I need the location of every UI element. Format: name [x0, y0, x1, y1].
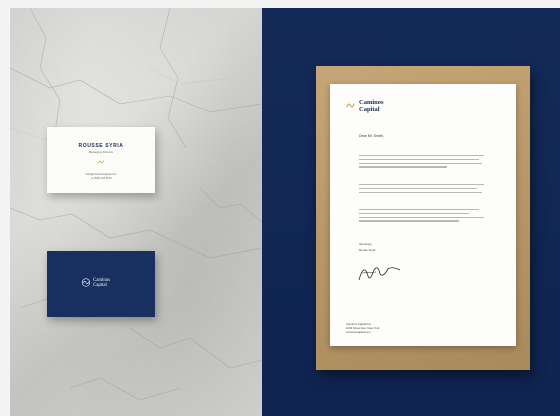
card-name: ROUSSE SYRIA [78, 143, 124, 149]
mockup-scene: ROUSSE SYRIA Managing Director hello@cam… [0, 0, 560, 416]
signature-icon [358, 267, 401, 281]
card-contact-line2: +1 (555) 234 5678 [90, 176, 112, 180]
card-role: Managing Director [88, 150, 114, 154]
card-contact: hello@caminoscapital.com +1 (555) 234 56… [61, 173, 141, 180]
brand-mark-icon [97, 160, 105, 164]
marble-veins [10, 8, 262, 401]
letter-signer: Rouse Syria [359, 248, 376, 252]
letter-greeting: Dear Mr. Smith, [359, 134, 384, 138]
letter-closing-block: Sincerely, Rouse Syria [359, 241, 375, 253]
business-card-front: ROUSSE SYRIA Managing Director hello@cam… [47, 127, 155, 193]
letter-address-line3: caminoscapital.com [346, 330, 371, 334]
letterhead: Caminos Capital Dear Mr. Smith, Sincerel… [330, 84, 516, 346]
marble-background [10, 8, 262, 416]
letter-paragraph-2 [359, 184, 484, 195]
letter-paragraph-1 [359, 155, 484, 170]
brand-mark-icon [81, 278, 91, 287]
brand-mark-icon [346, 103, 355, 108]
letter-address: Caminos Capital Inc. 1234 Street Ave. Ne… [346, 322, 379, 334]
letter-paragraph-3 [359, 209, 484, 224]
card-brand: Caminos Capital [93, 278, 110, 289]
business-card-back: Caminos Capital [47, 251, 155, 317]
card-brand-line2: Capital [93, 283, 107, 289]
letter-brand-line2: Capital [359, 106, 380, 113]
letter-brand: Caminos Capital [359, 99, 384, 113]
letter-brand-line1: Caminos [359, 99, 384, 106]
